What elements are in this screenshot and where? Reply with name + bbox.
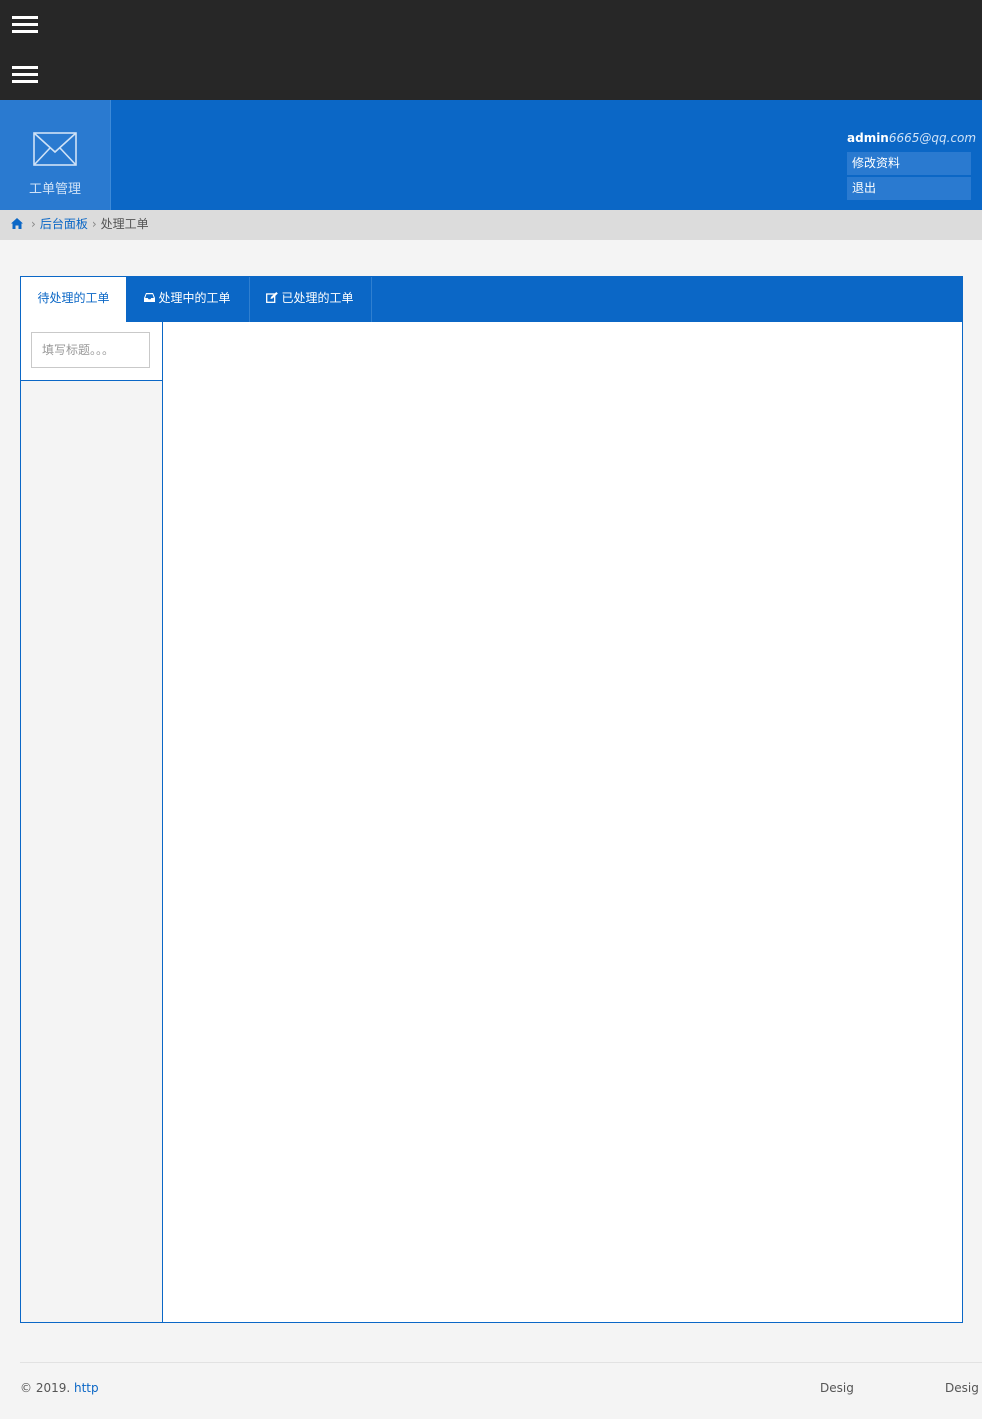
tab-label: 待处理的工单 <box>37 291 110 305</box>
top-bar <box>0 0 982 100</box>
tab-bar: 待处理的工单 处理中的工单 已处理的工单 <box>21 277 962 322</box>
breadcrumb-items: › 后台面板 › 处理工单 <box>27 210 149 238</box>
app-header: 工单管理 admin6665@qq.com 修改资料 退出 <box>0 100 982 210</box>
nav-tile-label: 工单管理 <box>28 182 81 197</box>
title-search-input[interactable] <box>31 332 150 368</box>
tab-processed-tickets[interactable]: 已处理的工单 <box>249 277 372 322</box>
user-identity: admin6665@qq.com <box>847 130 976 146</box>
footer-design-credit: Desig <box>820 1381 854 1395</box>
footer-copyright: © 2019. http <box>20 1381 99 1395</box>
edit-profile-link[interactable]: 修改资料 <box>847 152 971 175</box>
tab-label: 处理中的工单 <box>158 291 231 305</box>
tab-label: 已处理的工单 <box>281 291 354 305</box>
user-email: 6665@qq.com <box>888 131 977 145</box>
tab-processing-tickets[interactable]: 处理中的工单 <box>126 277 250 322</box>
home-icon[interactable] <box>11 218 23 229</box>
ticket-list-sidebar <box>21 322 163 1322</box>
envelope-icon <box>33 132 77 166</box>
chevron-right-icon: › <box>31 217 36 231</box>
hamburger-icon[interactable] <box>12 64 38 84</box>
footer-divider <box>20 1362 982 1363</box>
ticket-detail-area <box>163 322 962 1322</box>
search-wrap <box>21 322 162 381</box>
chevron-right-icon: › <box>91 217 97 231</box>
inbox-icon <box>144 293 156 302</box>
footer-link[interactable]: http <box>74 1381 99 1395</box>
breadcrumb-item-dashboard[interactable]: 后台面板 <box>40 217 88 231</box>
copyright-text: © 2019. <box>20 1381 74 1395</box>
user-box: admin6665@qq.com 修改资料 退出 <box>847 130 976 202</box>
footer-design-credit-right: Desig <box>945 1381 979 1395</box>
user-menu: 修改资料 退出 <box>847 152 971 200</box>
edit-icon <box>266 292 279 303</box>
user-name: admin <box>847 131 889 145</box>
breadcrumb-item-current: 处理工单 <box>100 217 149 231</box>
ticket-panel: 待处理的工单 处理中的工单 已处理的工单 <box>20 276 963 1323</box>
tab-pending-tickets[interactable]: 待处理的工单 <box>21 277 126 322</box>
nav-tile-ticket-management[interactable]: 工单管理 <box>0 100 111 210</box>
breadcrumb: › 后台面板 › 处理工单 <box>0 210 982 240</box>
logout-link[interactable]: 退出 <box>847 177 971 200</box>
hamburger-icon[interactable] <box>12 14 38 34</box>
